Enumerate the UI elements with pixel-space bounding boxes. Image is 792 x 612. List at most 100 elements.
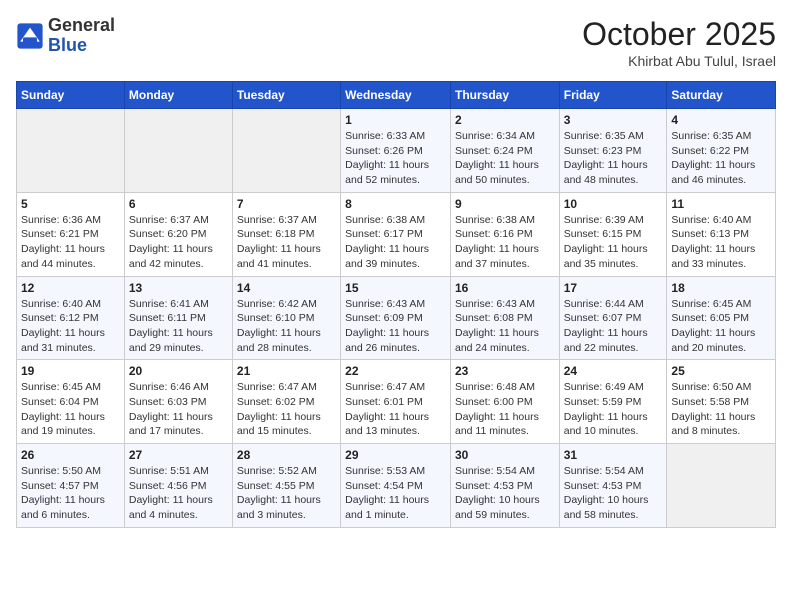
day-number: 3 [564,113,663,127]
calendar-day-cell: 27Sunrise: 5:51 AM Sunset: 4:56 PM Dayli… [124,444,232,528]
calendar-day-cell: 29Sunrise: 5:53 AM Sunset: 4:54 PM Dayli… [341,444,451,528]
day-info: Sunrise: 6:50 AM Sunset: 5:58 PM Dayligh… [671,380,771,439]
calendar-day-cell [232,109,340,193]
day-info: Sunrise: 6:39 AM Sunset: 6:15 PM Dayligh… [564,213,663,272]
calendar-day-cell [17,109,125,193]
title-block: October 2025 Khirbat Abu Tulul, Israel [582,16,776,69]
day-info: Sunrise: 6:38 AM Sunset: 6:16 PM Dayligh… [455,213,555,272]
calendar-week-row: 26Sunrise: 5:50 AM Sunset: 4:57 PM Dayli… [17,444,776,528]
day-number: 10 [564,197,663,211]
calendar-week-row: 1Sunrise: 6:33 AM Sunset: 6:26 PM Daylig… [17,109,776,193]
day-number: 23 [455,364,555,378]
day-info: Sunrise: 6:45 AM Sunset: 6:04 PM Dayligh… [21,380,120,439]
calendar-week-row: 19 Sunrise: 6:45 AM Sunset: 6:04 PM Dayli… [17,360,776,444]
calendar-day-cell: 16 Sunrise: 6:43 AM Sunset: 6:08 PM Dayli… [450,276,559,360]
day-info: Sunrise: 6:35 AM Sunset: 6:22 PM Dayligh… [671,129,771,188]
page-header: General Blue October 2025 Khirbat Abu Tu… [16,16,776,69]
calendar-day-cell: 25 Sunrise: 6:50 AM Sunset: 5:58 PM Dayli… [667,360,776,444]
day-number: 30 [455,448,555,462]
day-info: Sunrise: 6:44 AM Sunset: 6:07 PM Dayligh… [564,297,663,356]
day-info: Sunrise: 6:45 AM Sunset: 6:05 PM Dayligh… [671,297,771,356]
day-number: 25 [671,364,771,378]
day-number: 31 [564,448,663,462]
calendar-day-cell [667,444,776,528]
logo-blue: Blue [48,36,115,56]
calendar-day-cell: 24Sunrise: 6:49 AM Sunset: 5:59 PM Dayli… [559,360,667,444]
day-info: Sunrise: 6:40 AM Sunset: 6:13 PM Dayligh… [671,213,771,272]
logo-general: General [48,16,115,36]
day-info: Sunrise: 5:51 AM Sunset: 4:56 PM Dayligh… [129,464,228,523]
day-info: Sunrise: 6:48 AM Sunset: 6:00 PM Dayligh… [455,380,555,439]
calendar-day-cell: 1Sunrise: 6:33 AM Sunset: 6:26 PM Daylig… [341,109,451,193]
day-info: Sunrise: 6:38 AM Sunset: 6:17 PM Dayligh… [345,213,446,272]
calendar-day-cell: 20 Sunrise: 6:46 AM Sunset: 6:03 PM Dayli… [124,360,232,444]
calendar-day-cell: 8Sunrise: 6:38 AM Sunset: 6:17 PM Daylig… [341,192,451,276]
day-number: 22 [345,364,446,378]
calendar-day-cell: 21 Sunrise: 6:47 AM Sunset: 6:02 PM Dayli… [232,360,340,444]
day-info: Sunrise: 6:40 AM Sunset: 6:12 PM Dayligh… [21,297,120,356]
day-number: 7 [237,197,336,211]
day-info: Sunrise: 6:43 AM Sunset: 6:09 PM Dayligh… [345,297,446,356]
day-info: Sunrise: 6:47 AM Sunset: 6:02 PM Dayligh… [237,380,336,439]
day-number: 5 [21,197,120,211]
day-number: 4 [671,113,771,127]
logo-text: General Blue [48,16,115,56]
calendar-day-cell: 31 Sunrise: 5:54 AM Sunset: 4:53 PM Dayli… [559,444,667,528]
day-number: 17 [564,281,663,295]
calendar-day-cell: 22Sunrise: 6:47 AM Sunset: 6:01 PM Dayli… [341,360,451,444]
weekday-header: Thursday [450,82,559,109]
day-number: 20 [129,364,228,378]
day-info: Sunrise: 5:54 AM Sunset: 4:53 PM Dayligh… [455,464,555,523]
calendar-day-cell: 2Sunrise: 6:34 AM Sunset: 6:24 PM Daylig… [450,109,559,193]
day-number: 14 [237,281,336,295]
calendar-day-cell: 23 Sunrise: 6:48 AM Sunset: 6:00 PM Dayli… [450,360,559,444]
logo-icon [16,22,44,50]
weekday-header: Monday [124,82,232,109]
calendar-day-cell: 3Sunrise: 6:35 AM Sunset: 6:23 PM Daylig… [559,109,667,193]
day-number: 19 [21,364,120,378]
calendar-day-cell: 6 Sunrise: 6:37 AM Sunset: 6:20 PM Daylig… [124,192,232,276]
day-info: Sunrise: 6:37 AM Sunset: 6:20 PM Dayligh… [129,213,228,272]
day-info: Sunrise: 6:46 AM Sunset: 6:03 PM Dayligh… [129,380,228,439]
day-info: Sunrise: 6:43 AM Sunset: 6:08 PM Dayligh… [455,297,555,356]
calendar-day-cell: 30 Sunrise: 5:54 AM Sunset: 4:53 PM Dayli… [450,444,559,528]
calendar-day-cell: 19 Sunrise: 6:45 AM Sunset: 6:04 PM Dayli… [17,360,125,444]
calendar-day-cell: 9Sunrise: 6:38 AM Sunset: 6:16 PM Daylig… [450,192,559,276]
logo: General Blue [16,16,115,56]
day-number: 28 [237,448,336,462]
day-info: Sunrise: 5:53 AM Sunset: 4:54 PM Dayligh… [345,464,446,523]
calendar-table: SundayMondayTuesdayWednesdayThursdayFrid… [16,81,776,528]
day-number: 13 [129,281,228,295]
day-info: Sunrise: 6:37 AM Sunset: 6:18 PM Dayligh… [237,213,336,272]
day-number: 21 [237,364,336,378]
day-number: 16 [455,281,555,295]
calendar-week-row: 5 Sunrise: 6:36 AM Sunset: 6:21 PM Daylig… [17,192,776,276]
day-info: Sunrise: 6:41 AM Sunset: 6:11 PM Dayligh… [129,297,228,356]
day-number: 12 [21,281,120,295]
weekday-header: Wednesday [341,82,451,109]
day-info: Sunrise: 5:52 AM Sunset: 4:55 PM Dayligh… [237,464,336,523]
calendar-day-cell: 12 Sunrise: 6:40 AM Sunset: 6:12 PM Dayli… [17,276,125,360]
calendar-day-cell: 11 Sunrise: 6:40 AM Sunset: 6:13 PM Dayli… [667,192,776,276]
calendar-day-cell: 17 Sunrise: 6:44 AM Sunset: 6:07 PM Dayli… [559,276,667,360]
day-number: 6 [129,197,228,211]
calendar-day-cell: 14Sunrise: 6:42 AM Sunset: 6:10 PM Dayli… [232,276,340,360]
calendar-day-cell: 4 Sunrise: 6:35 AM Sunset: 6:22 PM Daylig… [667,109,776,193]
calendar-day-cell: 28 Sunrise: 5:52 AM Sunset: 4:55 PM Dayli… [232,444,340,528]
weekday-header-row: SundayMondayTuesdayWednesdayThursdayFrid… [17,82,776,109]
calendar-day-cell: 18 Sunrise: 6:45 AM Sunset: 6:05 PM Dayli… [667,276,776,360]
day-number: 11 [671,197,771,211]
day-info: Sunrise: 5:54 AM Sunset: 4:53 PM Dayligh… [564,464,663,523]
calendar-day-cell: 26Sunrise: 5:50 AM Sunset: 4:57 PM Dayli… [17,444,125,528]
day-info: Sunrise: 6:33 AM Sunset: 6:26 PM Dayligh… [345,129,446,188]
weekday-header: Tuesday [232,82,340,109]
day-number: 26 [21,448,120,462]
day-number: 18 [671,281,771,295]
calendar-day-cell: 10 Sunrise: 6:39 AM Sunset: 6:15 PM Dayli… [559,192,667,276]
day-info: Sunrise: 6:36 AM Sunset: 6:21 PM Dayligh… [21,213,120,272]
calendar-day-cell: 7 Sunrise: 6:37 AM Sunset: 6:18 PM Daylig… [232,192,340,276]
weekday-header: Sunday [17,82,125,109]
calendar-week-row: 12 Sunrise: 6:40 AM Sunset: 6:12 PM Dayli… [17,276,776,360]
day-number: 24 [564,364,663,378]
day-info: Sunrise: 6:34 AM Sunset: 6:24 PM Dayligh… [455,129,555,188]
